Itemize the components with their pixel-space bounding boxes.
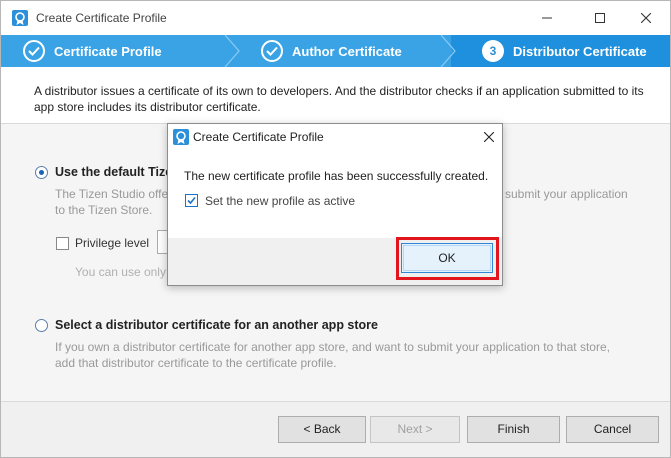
default-distributor-desc-right: submit your application: [505, 187, 628, 201]
check-circle-icon: [23, 40, 45, 62]
privilege-level-label: Privilege level: [75, 236, 150, 250]
close-icon: [483, 131, 495, 143]
other-distributor-label[interactable]: Select a distributor certificate for an …: [55, 318, 378, 332]
other-distributor-desc-2: add that distributor certificate to the …: [55, 356, 337, 370]
wizard-steps-bar: Certificate Profile Author Certificate 3…: [1, 35, 670, 67]
dialog-close-button[interactable]: [478, 127, 500, 147]
maximize-icon: [595, 13, 605, 23]
step-certificate-profile: Certificate Profile: [23, 35, 162, 67]
maximize-button[interactable]: [585, 7, 615, 29]
default-distributor-label[interactable]: Use the default Tize: [55, 165, 172, 179]
default-distributor-desc-2: to the Tizen Store.: [55, 203, 153, 217]
dialog-message: The new certificate profile has been suc…: [184, 169, 489, 183]
back-button[interactable]: < Back: [278, 416, 366, 443]
dialog-title-bar: Create Certificate Profile: [168, 124, 502, 150]
window-title: Create Certificate Profile: [36, 11, 167, 25]
description-area: A distributor issues a certificate of it…: [1, 67, 670, 123]
step-separator-chevron: [224, 35, 240, 67]
cancel-button[interactable]: Cancel: [566, 416, 659, 443]
set-active-checkbox[interactable]: [185, 194, 198, 207]
minimize-icon: [542, 17, 552, 19]
check-circle-icon: [261, 40, 283, 62]
close-icon: [640, 12, 652, 24]
step-label: Certificate Profile: [54, 43, 162, 59]
next-button[interactable]: Next >: [370, 416, 460, 443]
checkmark-icon: [187, 196, 196, 205]
step-label: Author Certificate: [292, 43, 402, 59]
certificate-app-icon: [173, 129, 189, 145]
title-bar: Create Certificate Profile: [1, 1, 670, 35]
success-dialog: Create Certificate Profile The new certi…: [167, 123, 503, 286]
minimize-button[interactable]: [532, 7, 562, 29]
other-distributor-desc: If you own a distributor certificate for…: [55, 340, 610, 354]
set-active-label: Set the new profile as active: [205, 194, 356, 208]
close-window-button[interactable]: [631, 7, 661, 29]
step-author-certificate: Author Certificate: [261, 35, 402, 67]
step-number: 3: [482, 40, 504, 62]
finish-button[interactable]: Finish: [467, 416, 560, 443]
step-separator-chevron: [439, 35, 456, 67]
other-distributor-radio[interactable]: [35, 319, 48, 332]
page-description: A distributor issues a certificate of it…: [34, 84, 644, 114]
button-bar: < Back Next > Finish Cancel: [1, 402, 670, 457]
step-label: Distributor Certificate: [513, 43, 647, 59]
default-distributor-radio[interactable]: [35, 166, 48, 179]
privilege-level-checkbox[interactable]: [56, 237, 69, 250]
step-distributor-certificate: 3 Distributor Certificate: [482, 35, 647, 67]
dialog-title: Create Certificate Profile: [193, 130, 324, 144]
dialog-body: The new certificate profile has been suc…: [168, 150, 502, 238]
privilege-hint: You can use only: [75, 265, 166, 279]
default-distributor-desc: The Tizen Studio offe: [55, 187, 169, 201]
ok-button[interactable]: OK: [401, 243, 493, 273]
certificate-app-icon: [12, 10, 28, 26]
